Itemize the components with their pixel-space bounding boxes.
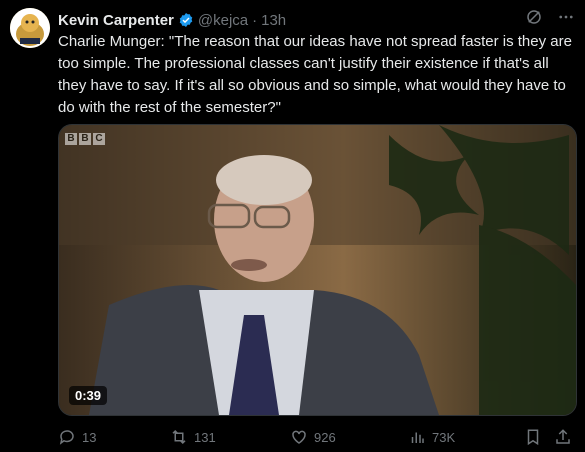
bookmark-icon xyxy=(527,429,539,446)
watermark-letter: B xyxy=(79,133,91,145)
video-frame xyxy=(59,125,576,415)
repost-count: 131 xyxy=(194,429,216,445)
like-count: 926 xyxy=(314,429,336,445)
tweet-text: Charlie Munger: "The reason that our ide… xyxy=(58,33,572,116)
reply-icon xyxy=(59,430,74,445)
like-button[interactable]: 926 xyxy=(290,426,336,448)
bookmark-button[interactable] xyxy=(524,426,542,448)
bbc-watermark: B B C xyxy=(65,133,105,145)
share-button[interactable] xyxy=(554,426,572,448)
grok-icon[interactable] xyxy=(525,8,543,31)
repost-button[interactable]: 131 xyxy=(170,426,216,448)
views-button[interactable]: 73K xyxy=(408,426,455,448)
header-icons xyxy=(525,8,575,31)
watermark-letter: C xyxy=(93,133,105,145)
avatar[interactable] xyxy=(10,8,50,48)
reply-button[interactable]: 13 xyxy=(58,426,96,448)
timestamp[interactable]: 13h xyxy=(261,12,286,29)
more-options-icon[interactable] xyxy=(557,8,575,31)
video-duration: 0:39 xyxy=(69,386,108,405)
heart-icon xyxy=(292,430,306,444)
author-name[interactable]: Kevin Carpenter xyxy=(58,12,174,29)
separator-dot: · xyxy=(252,11,258,29)
reply-count: 13 xyxy=(82,429,97,445)
video-player[interactable]: B B C 0:39 xyxy=(58,124,577,416)
verified-badge-icon xyxy=(178,12,194,28)
view-count: 73K xyxy=(432,429,456,445)
repost-icon xyxy=(172,429,186,445)
author-handle[interactable]: @kejca xyxy=(198,12,248,29)
tweet-header: Kevin Carpenter @kejca · 13h xyxy=(58,10,575,30)
action-bar: 13 131 926 73K xyxy=(58,426,578,448)
watermark-letter: B xyxy=(65,133,77,145)
share-icon xyxy=(556,429,570,444)
views-icon xyxy=(411,432,424,443)
